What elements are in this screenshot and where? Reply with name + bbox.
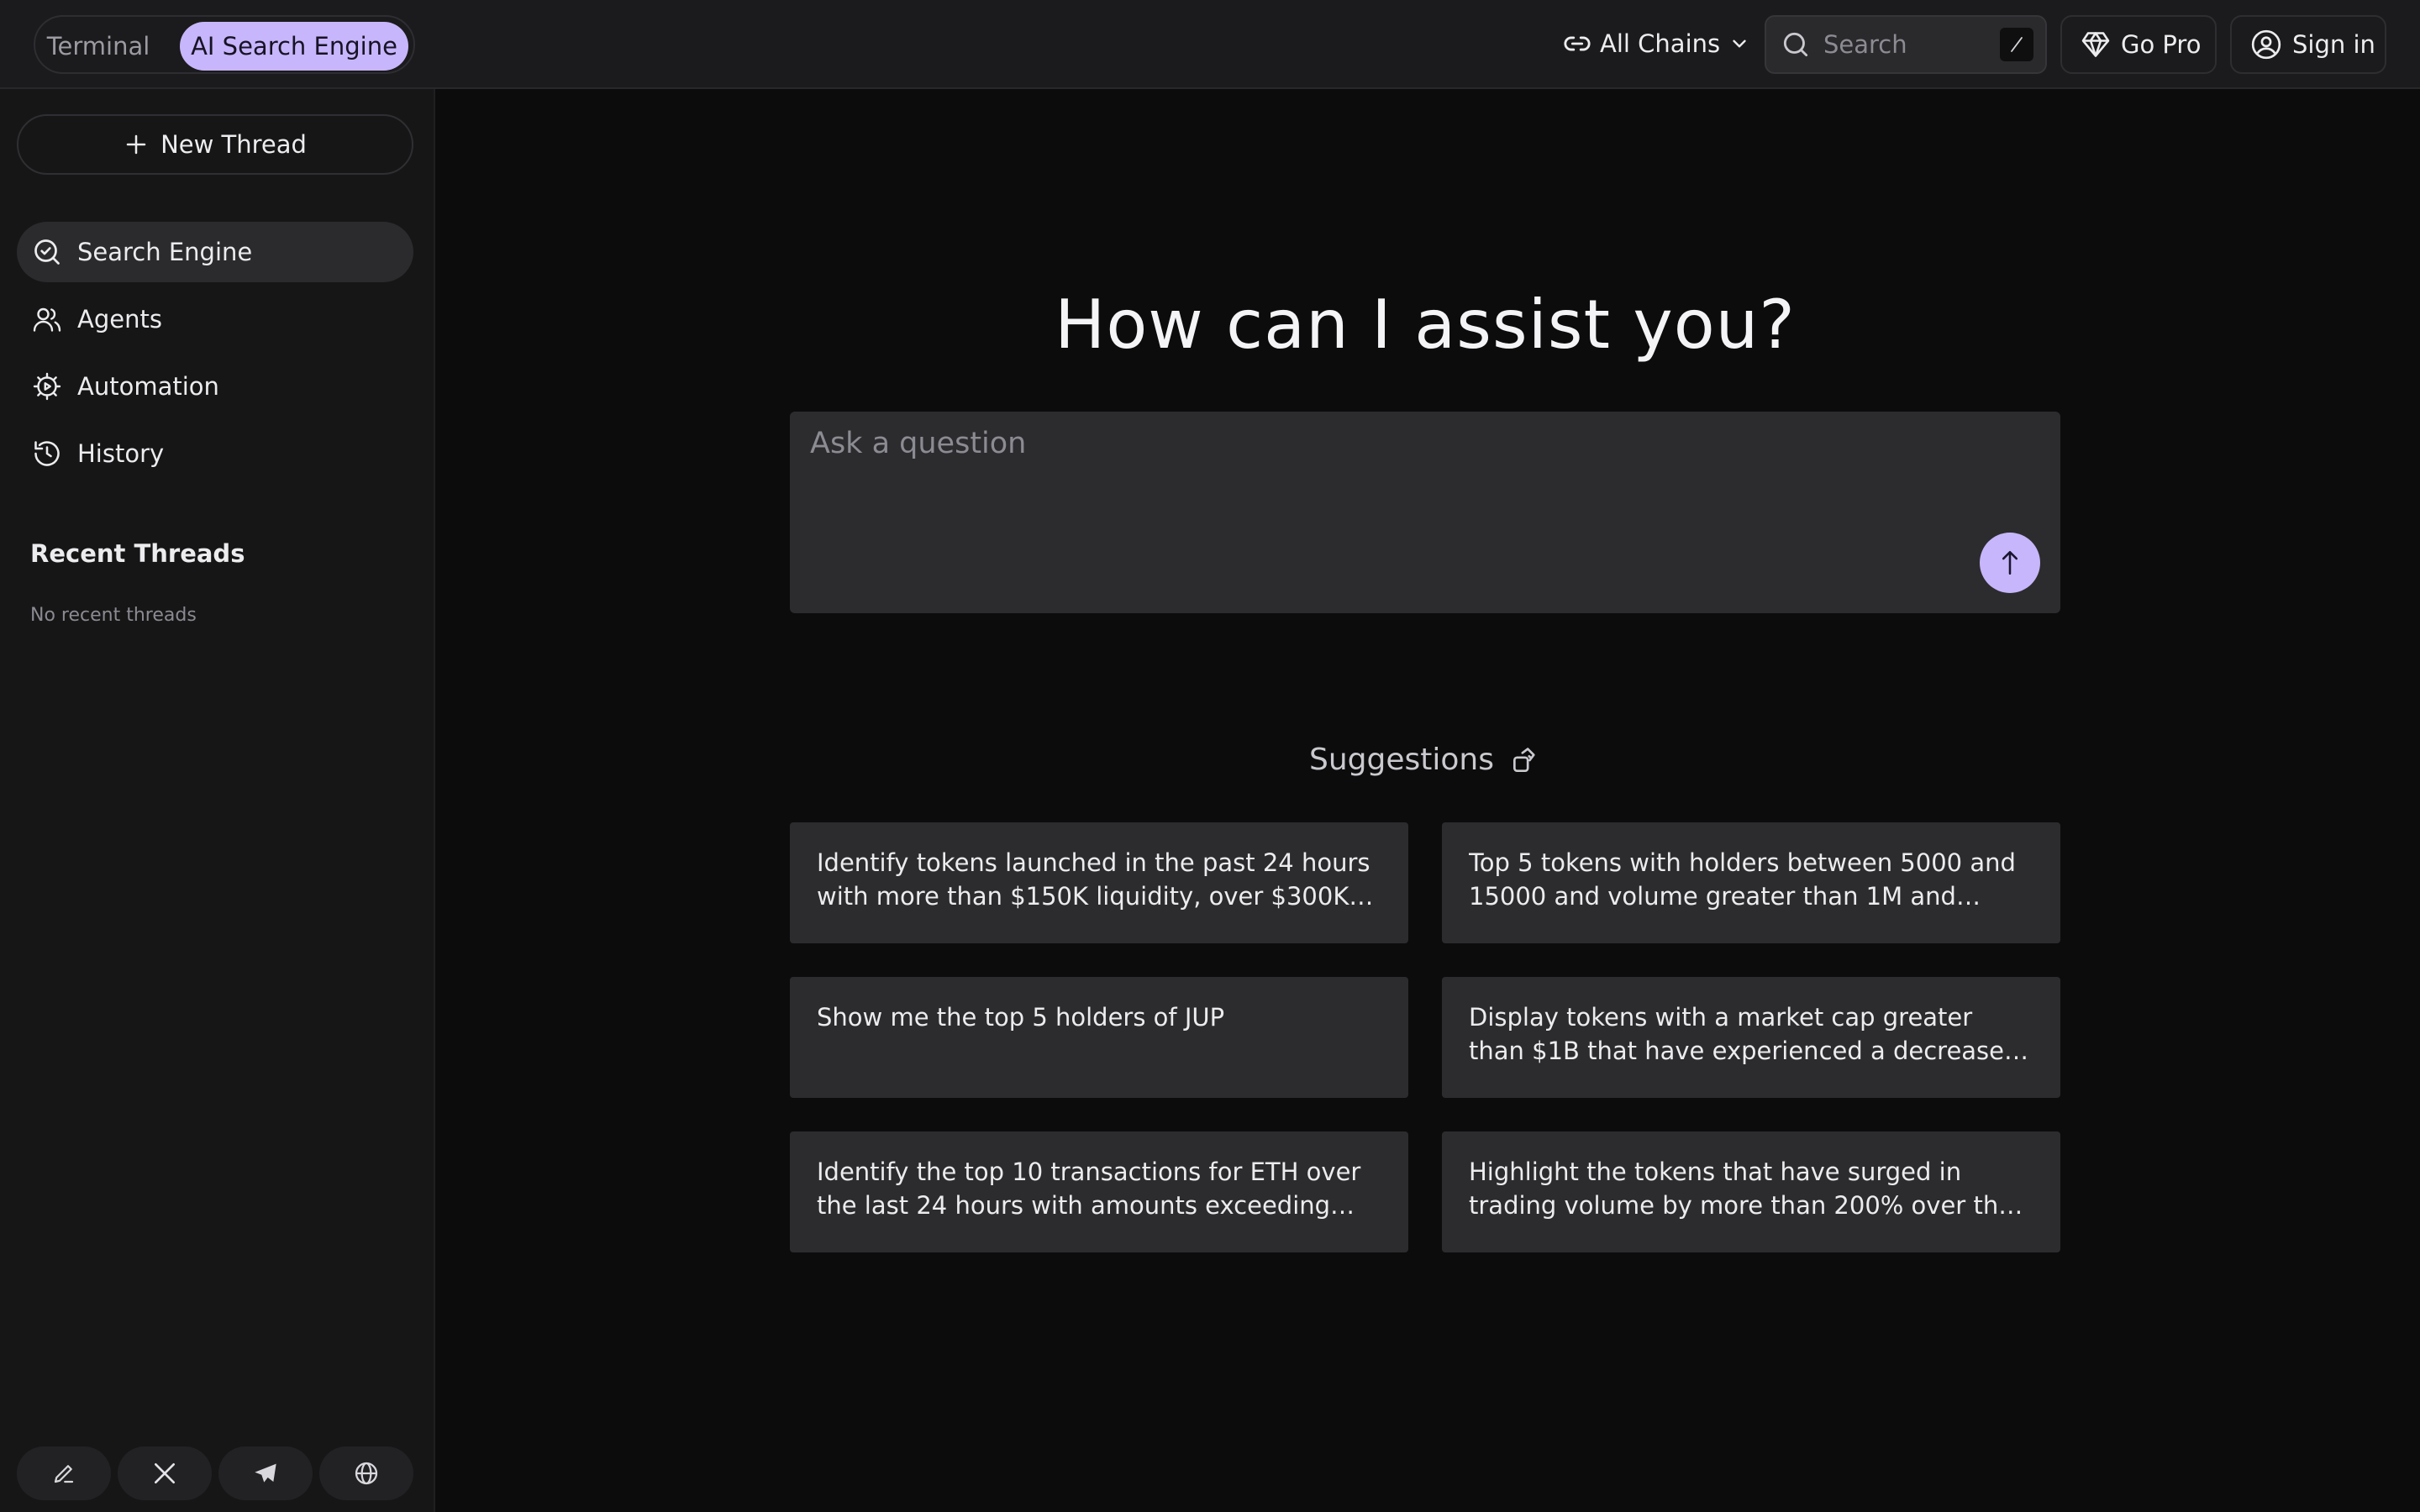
new-thread-button[interactable]: New Thread — [17, 114, 413, 175]
x-social-button[interactable] — [118, 1446, 212, 1500]
search-placeholder: Search — [1823, 30, 1907, 59]
pen-icon — [51, 1461, 76, 1486]
globe-icon — [353, 1460, 380, 1487]
plus-icon — [124, 132, 149, 157]
suggestion-card[interactable]: Show me the top 5 holders of JUP — [790, 977, 1408, 1098]
sidebar-item-agents[interactable]: Agents — [17, 289, 413, 349]
suggestion-text: Identify the top 10 transactions for ETH… — [817, 1158, 1361, 1220]
telegram-icon — [252, 1460, 279, 1487]
chevron-down-icon — [1728, 33, 1750, 55]
user-circle-icon — [2250, 29, 2282, 60]
suggestion-text: Show me the top 5 holders of JUP — [817, 1003, 1225, 1032]
tab-terminal[interactable]: Terminal — [42, 22, 155, 71]
sidebar-item-label: Agents — [77, 305, 162, 333]
sidebar-item-label: Automation — [77, 372, 219, 401]
arrow-up-icon — [1996, 549, 2024, 577]
sidebar-item-search-engine[interactable]: Search Engine — [17, 222, 413, 282]
send-button[interactable] — [1980, 533, 2040, 593]
ask-box — [790, 412, 2060, 613]
sidebar-item-automation[interactable]: Automation — [17, 356, 413, 417]
chain-selector-label: All Chains — [1600, 29, 1721, 58]
suggestion-text: Top 5 tokens with holders between 5000 a… — [1469, 848, 2016, 911]
suggestions-header: Suggestions — [790, 743, 2060, 777]
new-thread-label: New Thread — [160, 130, 307, 159]
sidebar-item-label: Search Engine — [77, 238, 253, 266]
diamond-icon — [2081, 29, 2111, 60]
go-pro-button[interactable]: Go Pro — [2060, 15, 2217, 74]
suggestion-card[interactable]: Display tokens with a market cap greater… — [1442, 977, 2060, 1098]
telegram-button[interactable] — [218, 1446, 313, 1500]
page-title: How can I assist you? — [1055, 286, 1796, 364]
mode-switcher: Terminal AI Search Engine — [34, 15, 415, 74]
chain-selector[interactable]: All Chains — [1563, 20, 1750, 67]
suggestions-title: Suggestions — [1309, 743, 1494, 777]
x-logo-icon — [151, 1460, 178, 1487]
suggestion-card[interactable]: Highlight the tokens that have surged in… — [1442, 1131, 2060, 1252]
tab-ai-search-engine[interactable]: AI Search Engine — [180, 22, 408, 71]
link-icon — [1563, 29, 1591, 58]
suggestion-card[interactable]: Top 5 tokens with holders between 5000 a… — [1442, 822, 2060, 943]
sign-in-button[interactable]: Sign in — [2230, 15, 2386, 74]
sidebar-item-history[interactable]: History — [17, 423, 413, 484]
search-input[interactable]: Search — [1765, 15, 2047, 74]
automation-gear-icon — [32, 371, 62, 402]
suggestion-text: Identify tokens launched in the past 24 … — [817, 848, 1370, 911]
search-check-icon — [32, 237, 62, 267]
go-pro-label: Go Pro — [2121, 30, 2202, 59]
suggestion-text: Highlight the tokens that have surged in… — [1469, 1158, 2014, 1220]
suggestion-text: Display tokens with a market cap greater… — [1469, 1003, 2005, 1065]
sidebar: New Thread Search Engine Agents Automati… — [0, 89, 435, 1512]
recent-threads-heading: Recent Threads — [30, 539, 245, 568]
sidebar-item-label: History — [77, 439, 165, 468]
shuffle-icon[interactable] — [1509, 744, 1541, 776]
ask-question-input[interactable] — [810, 427, 1953, 511]
history-icon — [32, 438, 62, 469]
pen-button[interactable] — [17, 1446, 111, 1500]
suggestion-card[interactable]: Identify the top 10 transactions for ETH… — [790, 1131, 1408, 1252]
recent-threads-empty: No recent threads — [30, 605, 197, 626]
top-bar: Terminal AI Search Engine All Chains Sea… — [0, 0, 2420, 89]
users-icon — [32, 304, 62, 334]
globe-button[interactable] — [319, 1446, 413, 1500]
search-icon — [1780, 29, 1812, 60]
search-shortcut-key — [2000, 28, 2033, 61]
sign-in-label: Sign in — [2292, 30, 2375, 59]
suggestion-card[interactable]: Identify tokens launched in the past 24 … — [790, 822, 1408, 943]
